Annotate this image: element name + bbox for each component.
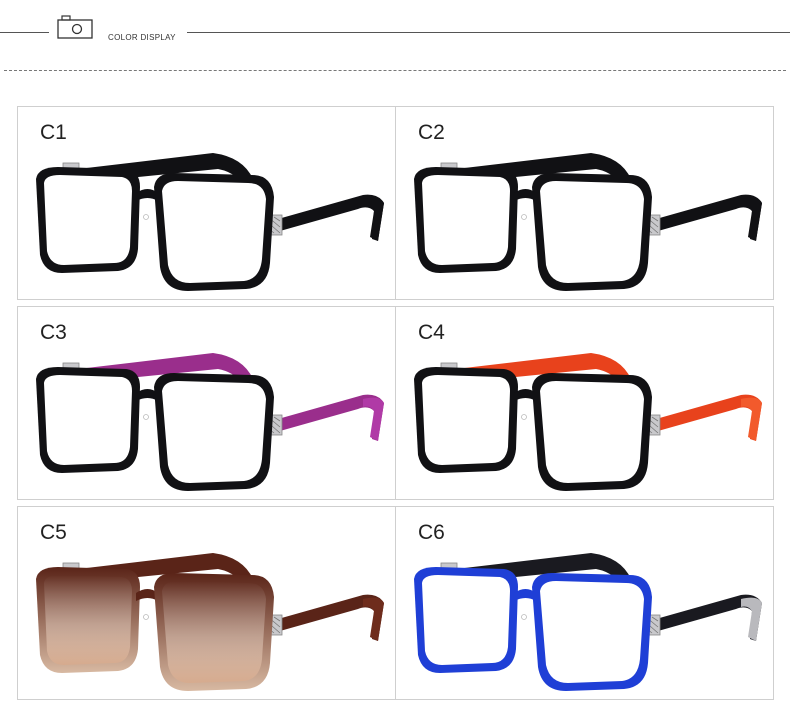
color-variant-card: C1 [17, 106, 396, 300]
color-variant-label: C3 [40, 321, 67, 344]
eyeglasses-image [36, 153, 384, 291]
eyeglasses-image [414, 553, 762, 691]
color-variant-card: C6 [395, 506, 774, 700]
color-variant-card: C4 [395, 306, 774, 500]
eyeglasses-image [36, 553, 384, 691]
color-variant-label: C4 [418, 321, 445, 344]
color-variant-card: C5 [17, 506, 396, 700]
color-variant-label: C1 [40, 121, 67, 144]
color-variant-label: C6 [418, 521, 445, 544]
color-variant-card: C3 [17, 306, 396, 500]
header-divider-left [0, 32, 49, 33]
header-title: COLOR DISPLAY [108, 33, 176, 42]
dotted-separator [4, 70, 786, 71]
eyeglasses-image [36, 353, 384, 491]
color-variant-card: C2 [395, 106, 774, 300]
eyeglasses-image [414, 353, 762, 491]
camera-icon [57, 15, 93, 39]
color-variant-label: C5 [40, 521, 67, 544]
eyeglasses-image [414, 153, 762, 291]
header-divider-right [187, 32, 790, 33]
color-variant-label: C2 [418, 121, 445, 144]
section-header: COLOR DISPLAY [0, 0, 790, 75]
